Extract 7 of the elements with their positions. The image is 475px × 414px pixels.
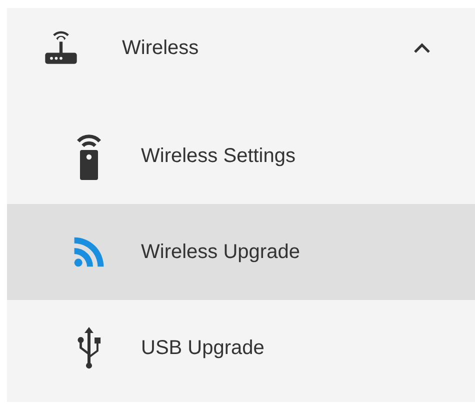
submenu-item[interactable]: USB Upgrade	[7, 300, 475, 396]
submenu-item[interactable]: Wireless Settings	[7, 108, 475, 204]
chevron-up-icon	[413, 42, 431, 54]
rss-icon	[73, 236, 105, 268]
router-icon	[42, 29, 80, 67]
submenu-item[interactable]: Wireless Upgrade	[7, 204, 475, 300]
wireless-menu-header[interactable]: Wireless	[7, 8, 475, 108]
